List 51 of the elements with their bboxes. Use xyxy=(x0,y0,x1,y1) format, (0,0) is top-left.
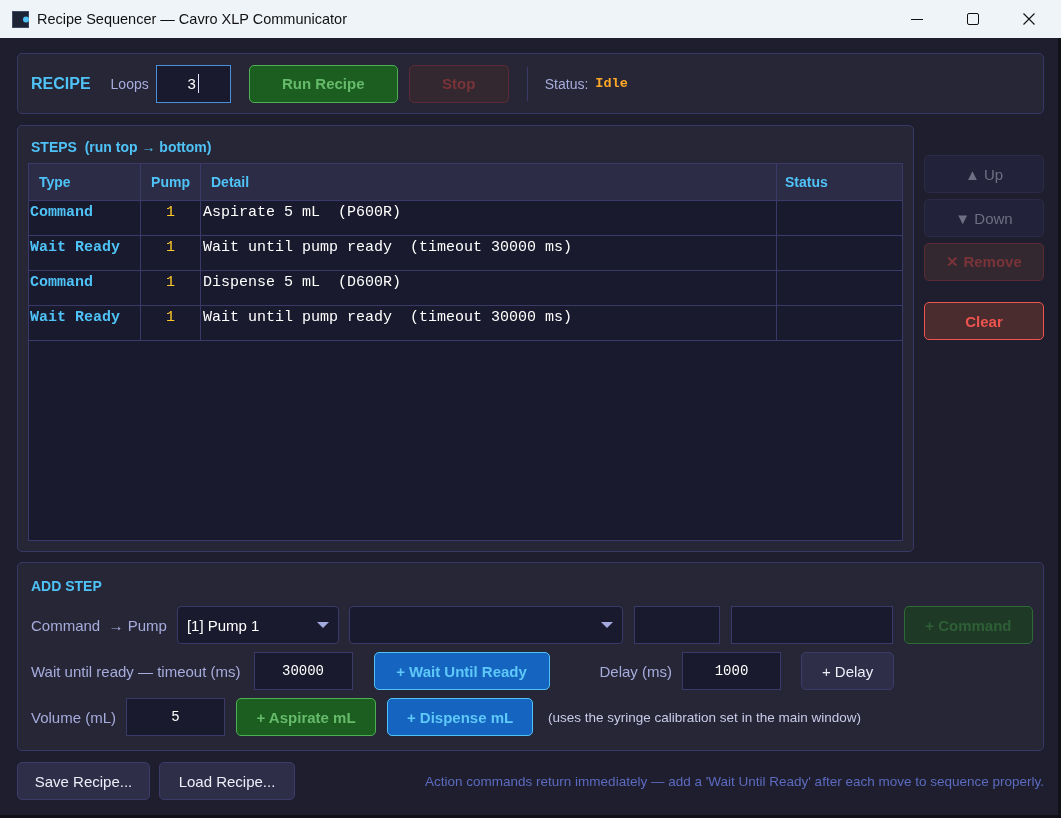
status-label: Status: xyxy=(544,75,589,92)
table-cell: Wait until pump ready (timeout 30000 ms) xyxy=(201,306,777,340)
table-cell: Aspirate 5 mL (P600R) xyxy=(201,201,777,235)
input-field[interactable]: 30000 xyxy=(253,652,353,690)
field-label: Volume (mL) xyxy=(31,708,117,726)
table-cell: Command xyxy=(29,271,141,305)
add-step-button[interactable]: + Aspirate mL xyxy=(236,698,377,736)
minimize-icon[interactable] xyxy=(911,18,923,20)
table-cell: Dispense 5 mL (D600R) xyxy=(201,271,777,305)
column-header: Type xyxy=(29,164,141,200)
field-label: Loops xyxy=(110,75,149,92)
add-step-button[interactable]: + Delay xyxy=(801,652,894,690)
add-step-button[interactable]: + Wait Until Ready xyxy=(373,652,550,690)
table-cell: Wait Ready xyxy=(29,306,141,340)
field-label: Command → Pump xyxy=(31,616,167,634)
table-cell: Wait until pump ready (timeout 30000 ms) xyxy=(201,236,777,270)
run-recipe-button[interactable]: Run Recipe xyxy=(248,64,398,103)
section-heading: STEPS (run top → bottom) xyxy=(31,139,212,155)
input-field[interactable] xyxy=(730,606,893,644)
close-icon[interactable] xyxy=(1023,13,1035,25)
dropdown[interactable]: [1] Pump 1 xyxy=(176,606,339,644)
table-cell: 1 xyxy=(141,306,201,340)
maximize-icon[interactable] xyxy=(967,13,979,25)
app-icon xyxy=(12,10,29,28)
field-label: Wait until ready — timeout (ms) xyxy=(31,662,241,680)
window-title: Recipe Sequencer — Cavro XLP Communicator xyxy=(37,11,347,27)
add-step-button[interactable]: + Dispense mL xyxy=(387,698,534,736)
column-header: Detail xyxy=(201,164,777,200)
hint-text: (uses the syringe calibration set in the main window) xyxy=(548,709,861,725)
section-heading: RECIPE xyxy=(31,74,91,93)
clear-button[interactable]: Clear xyxy=(924,302,1044,340)
column-header: Status xyxy=(784,173,829,192)
input-field[interactable]: 1000 xyxy=(682,652,781,690)
text-cursor-icon xyxy=(197,74,199,93)
save-recipe-button[interactable]: Save Recipe... xyxy=(17,762,150,800)
table-cell: 1 xyxy=(141,271,201,305)
input-field[interactable]: 5 xyxy=(126,698,226,736)
table-cell: 1 xyxy=(141,201,201,235)
field-label: Delay (ms) xyxy=(599,662,672,680)
hint-text: Action commands return immediately — add a 'Wait Until Ready' after each move to sequence properly. xyxy=(425,773,1044,789)
column-header: Pump xyxy=(141,164,201,200)
table-cell: Wait Ready xyxy=(29,236,141,270)
status-value: Idle xyxy=(595,76,628,91)
table-cell: 1 xyxy=(141,236,201,270)
load-recipe-button[interactable]: Load Recipe... xyxy=(159,762,295,800)
table-cell: Command xyxy=(29,201,141,235)
section-heading: ADD STEP xyxy=(31,578,102,594)
loops-field[interactable]: 3 xyxy=(155,64,231,103)
caret-icon xyxy=(316,622,329,628)
caret-icon xyxy=(600,622,613,628)
input-field[interactable] xyxy=(633,606,720,644)
